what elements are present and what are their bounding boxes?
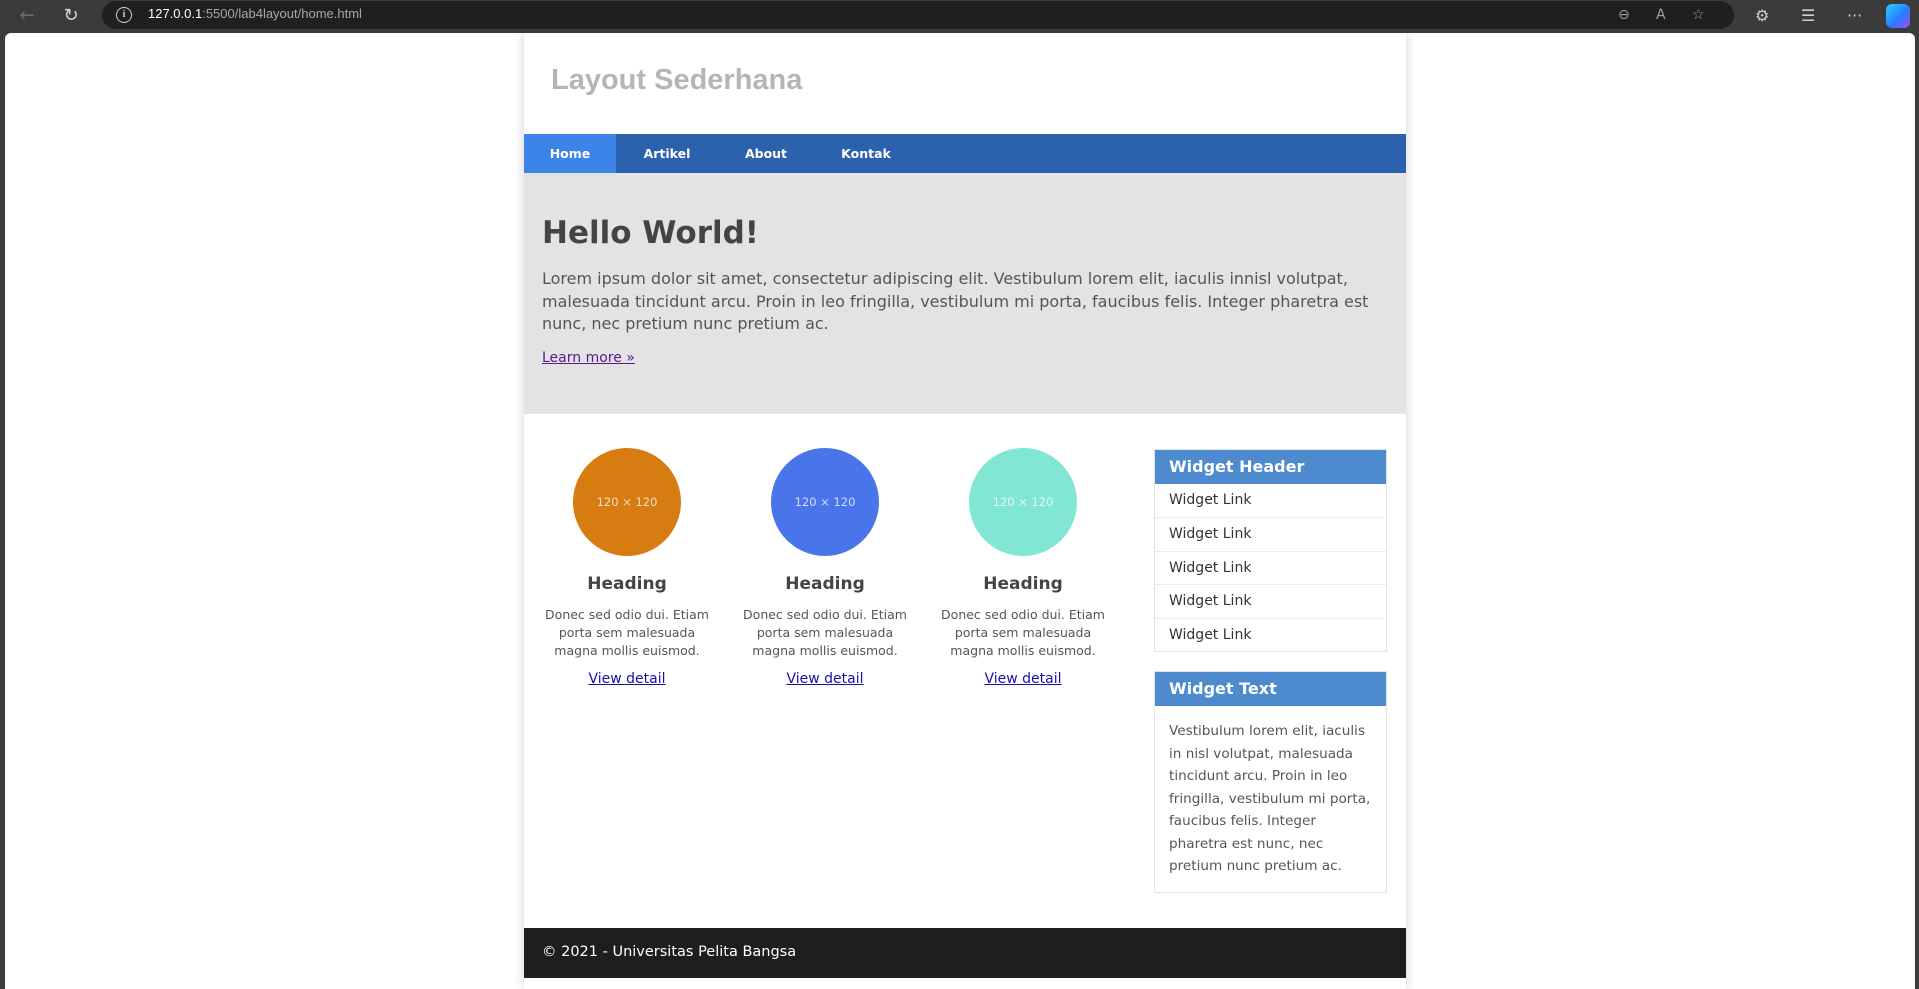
widget-link[interactable]: Widget Link: [1155, 584, 1386, 617]
address-bar[interactable]: i 127.0.0.1:5500/lab4layout/home.html ⊖ …: [102, 1, 1734, 29]
site-title: Layout Sederhana: [551, 64, 803, 96]
learn-more-link[interactable]: Learn more »: [542, 350, 635, 366]
site-footer: © 2021 - Universitas Pelita Bangsa: [524, 928, 1406, 978]
widget-link[interactable]: Widget Link: [1155, 517, 1386, 550]
favorites-icon[interactable]: ☰: [1801, 3, 1815, 29]
hero-heading: Hello World!: [542, 215, 759, 251]
column-heading: Heading: [983, 574, 1063, 594]
widget-text-header: Widget Text: [1155, 672, 1386, 706]
column-text: Donec sed odio dui. Etiam porta sem male…: [743, 607, 907, 658]
main-nav: Home Artikel About Kontak: [524, 134, 1406, 173]
column-text: Donec sed odio dui. Etiam porta sem male…: [545, 607, 709, 658]
page-viewport: Layout Sederhana Home Artikel About Kont…: [5, 33, 1915, 989]
page-container: Layout Sederhana Home Artikel About Kont…: [524, 33, 1406, 989]
placeholder-image: 120 × 120: [573, 448, 681, 556]
nav-kontak[interactable]: Kontak: [814, 134, 918, 173]
favorite-star-icon[interactable]: ☆: [1692, 5, 1705, 25]
view-detail-link[interactable]: View detail: [984, 671, 1061, 687]
widget-link[interactable]: Widget Link: [1155, 484, 1386, 517]
column-heading: Heading: [785, 574, 865, 594]
reload-icon[interactable]: ↻: [58, 3, 84, 29]
widget-text: Widget Text Vestibulum lorem elit, iacul…: [1154, 671, 1387, 893]
more-menu-icon[interactable]: ···: [1847, 3, 1862, 29]
url-text[interactable]: 127.0.0.1:5500/lab4layout/home.html: [148, 6, 362, 21]
copilot-icon[interactable]: [1886, 4, 1910, 28]
back-arrow-icon[interactable]: ←: [14, 3, 40, 29]
column-text: Donec sed odio dui. Etiam porta sem male…: [941, 607, 1105, 658]
nav-about[interactable]: About: [718, 134, 814, 173]
widget-text-body: Vestibulum lorem elit, iaculis in nisl v…: [1169, 723, 1371, 874]
nav-home[interactable]: Home: [524, 134, 616, 173]
column-heading: Heading: [587, 574, 667, 594]
feature-column: 120 × 120 Heading Donec sed odio dui. Et…: [541, 448, 713, 687]
placeholder-image: 120 × 120: [771, 448, 879, 556]
hero-section: Hello World! Lorem ipsum dolor sit amet,…: [524, 173, 1406, 414]
nav-artikel[interactable]: Artikel: [616, 134, 718, 173]
widget-links: Widget Header Widget Link Widget Link Wi…: [1154, 449, 1387, 652]
view-detail-link[interactable]: View detail: [588, 671, 665, 687]
view-detail-link[interactable]: View detail: [786, 671, 863, 687]
read-aloud-icon[interactable]: A: [1656, 5, 1666, 25]
hero-text: Lorem ipsum dolor sit amet, consectetur …: [542, 269, 1369, 333]
zoom-out-icon[interactable]: ⊖: [1618, 5, 1630, 25]
widget-link[interactable]: Widget Link: [1155, 550, 1386, 584]
site-info-icon[interactable]: i: [116, 7, 132, 23]
widget-header: Widget Header: [1155, 450, 1386, 484]
footer-text: © 2021 - Universitas Pelita Bangsa: [542, 944, 797, 960]
placeholder-image: 120 × 120: [969, 448, 1077, 556]
widget-link[interactable]: Widget Link: [1155, 617, 1386, 651]
site-header: Layout Sederhana: [524, 33, 1406, 134]
extensions-icon[interactable]: ⚙: [1755, 3, 1769, 29]
feature-column: 120 × 120 Heading Donec sed odio dui. Et…: [937, 448, 1109, 687]
feature-column: 120 × 120 Heading Donec sed odio dui. Et…: [739, 448, 911, 687]
browser-toolbar: ← ↻ i 127.0.0.1:5500/lab4layout/home.htm…: [0, 0, 1919, 33]
